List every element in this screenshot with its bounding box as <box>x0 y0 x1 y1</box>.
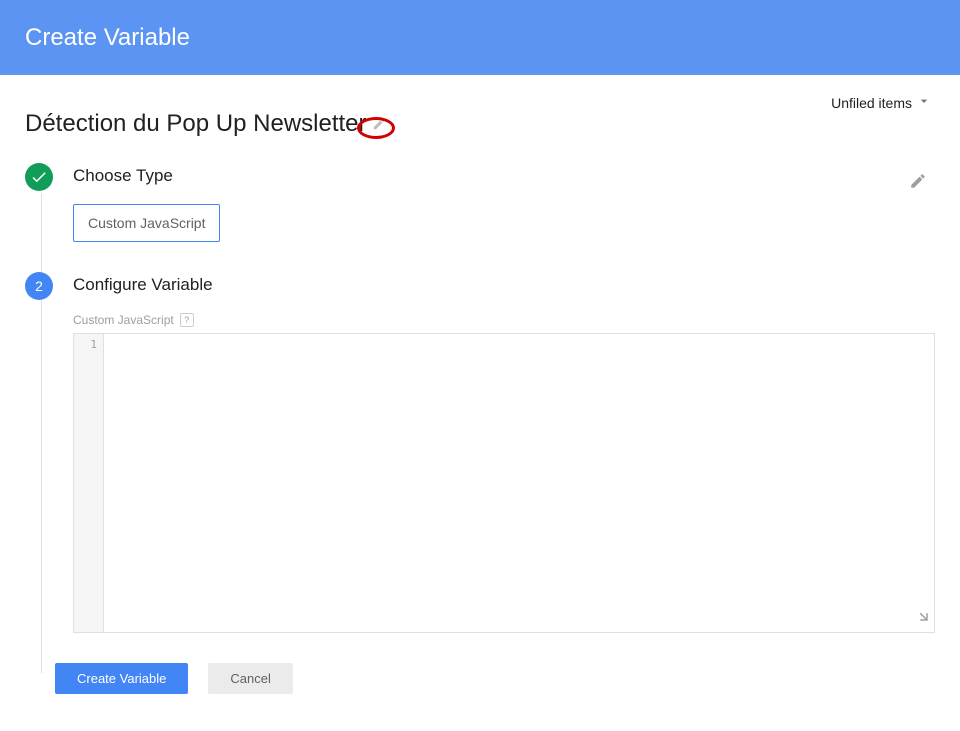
variable-name-row: Détection du Pop Up Newsletter <box>25 110 935 138</box>
edit-name-button[interactable] <box>372 117 386 131</box>
resize-handle-icon[interactable] <box>912 605 930 628</box>
step-content: Configure Variable Custom JavaScript ? 1 <box>73 272 935 633</box>
step-title: Configure Variable <box>73 275 935 295</box>
step-badge-done <box>25 163 53 191</box>
page-header: Create Variable <box>0 0 960 75</box>
create-variable-button[interactable]: Create Variable <box>55 663 188 694</box>
folder-dropdown[interactable]: Unfiled items <box>831 93 932 112</box>
step-title: Choose Type <box>73 166 173 186</box>
step-header-row: Choose Type <box>73 163 935 204</box>
field-label: Custom JavaScript <box>73 313 174 327</box>
cancel-button[interactable]: Cancel <box>208 663 292 694</box>
variable-name: Détection du Pop Up Newsletter <box>25 110 367 138</box>
variable-type-chip[interactable]: Custom JavaScript <box>73 204 220 242</box>
line-number: 1 <box>80 338 97 351</box>
line-number-gutter: 1 <box>74 334 104 632</box>
chevron-down-icon <box>916 93 932 112</box>
field-label-row: Custom JavaScript ? <box>73 313 935 327</box>
footer-buttons: Create Variable Cancel <box>55 663 935 694</box>
step-configure-variable: 2 Configure Variable Custom JavaScript ?… <box>25 272 935 633</box>
edit-step-button[interactable] <box>909 172 927 195</box>
help-icon[interactable]: ? <box>180 313 194 327</box>
step-content: Choose Type Custom JavaScript <box>73 163 935 242</box>
code-textarea[interactable] <box>104 334 934 632</box>
step-choose-type: Choose Type Custom JavaScript <box>25 163 935 242</box>
code-editor: 1 <box>73 333 935 633</box>
step-badge-active: 2 <box>25 272 53 300</box>
folder-label: Unfiled items <box>831 95 912 111</box>
page-title: Create Variable <box>25 24 190 52</box>
steps-container: Choose Type Custom JavaScript 2 Configur… <box>25 163 935 633</box>
content-area: Unfiled items Détection du Pop Up Newsle… <box>0 75 960 714</box>
